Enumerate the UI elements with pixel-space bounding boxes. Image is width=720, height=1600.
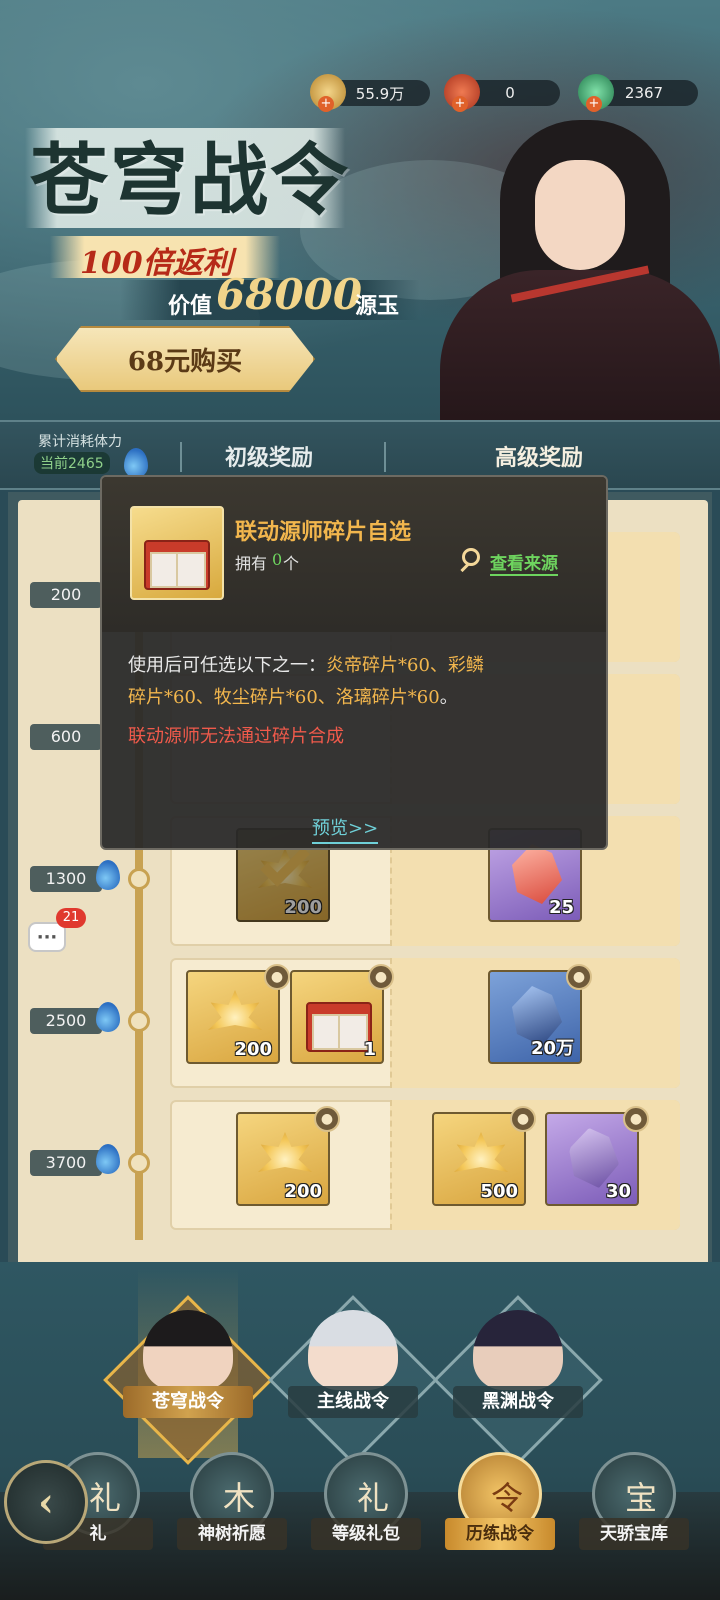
hero-face [535, 160, 625, 270]
preview-link[interactable]: 预览>> [312, 814, 379, 844]
nav-label: 等级礼包 [311, 1518, 421, 1550]
tab-label[interactable]: 苍穹战令 [123, 1386, 253, 1418]
tooltip-item-thumbnail [130, 506, 224, 600]
buy-button-label: 68元购买 [127, 346, 243, 377]
tab-advanced-rewards[interactable]: 高级奖励 [495, 440, 583, 472]
item-count: 1 [363, 1039, 376, 1060]
desc-intro: 使用后可任选以下之一： [128, 655, 326, 676]
tab-label[interactable]: 黑渊战令 [453, 1386, 583, 1418]
tooltip-warning: 联动源师无法通过碎片合成 [128, 726, 344, 747]
desc-end: 。 [439, 687, 458, 708]
bag-icon: 礼 [357, 1479, 390, 1517]
chest-icon [306, 1002, 372, 1052]
item-count: 30 [605, 1181, 631, 1202]
owned-label: 拥有 [235, 554, 268, 573]
item-count: 200 [284, 1181, 322, 1202]
progress-node [128, 868, 150, 890]
back-arrow-icon: ‹ [38, 1478, 54, 1526]
tab-divider [384, 442, 386, 472]
nav-treasury[interactable]: 宝 天骄宝库 [579, 1452, 689, 1562]
tier-threshold: 3700 [30, 1150, 102, 1176]
character-portrait-cangqiong [143, 1310, 233, 1390]
nav-label: 天骄宝库 [579, 1518, 689, 1550]
tab-divider [180, 442, 182, 472]
cumulative-stamina-label: 累计消耗体力 [38, 434, 122, 450]
lock-icon: ● [314, 1106, 340, 1132]
lock-icon: ● [623, 1106, 649, 1132]
tree-icon: 木 [223, 1479, 256, 1517]
chat-unread-badge: 21 [56, 908, 86, 928]
nav-label: 神树祈愿 [177, 1518, 287, 1550]
tooltip-description: 使用后可任选以下之一：炎帝碎片*60、彩鳞碎片*60、牧尘碎片*60、洛璃碎片*… [128, 650, 588, 714]
progress-node [128, 1010, 150, 1032]
stamina-drop-icon [96, 860, 120, 890]
owned-count: 0 [272, 550, 283, 569]
owned-unit: 个 [283, 554, 300, 573]
item-count: 500 [480, 1181, 518, 1202]
value-prefix: 价值 [168, 293, 213, 319]
token-icon: 令 [491, 1479, 524, 1517]
nav-sacred-tree[interactable]: 木 神树祈愿 [177, 1452, 287, 1562]
tier-threshold: 2500 [30, 1008, 102, 1034]
character-portrait-heiyuan [473, 1310, 563, 1390]
desc-options-2: 碎片*60、牧尘碎片*60、洛璃碎片*60 [128, 687, 440, 708]
nav-label: 历练战令 [445, 1518, 555, 1550]
tier-threshold: 200 [30, 582, 102, 608]
gift-icon: 礼 [89, 1479, 122, 1517]
hero-body [440, 270, 720, 430]
lotus-icon [258, 1132, 312, 1172]
tab-basic-rewards[interactable]: 初级奖励 [225, 440, 313, 472]
item-count: 200 [234, 1039, 272, 1060]
nav-trial-pass[interactable]: 令 历练战令 [445, 1452, 555, 1562]
stamina-drop-icon [124, 448, 148, 478]
potion-icon [569, 1128, 619, 1188]
tier-threshold: 1300 [30, 866, 102, 892]
add-coin-icon[interactable]: + [318, 96, 334, 112]
magnifier-icon[interactable] [462, 548, 480, 566]
item-count: 20万 [530, 1038, 574, 1059]
lock-icon: ● [264, 964, 290, 990]
nav-level-pack[interactable]: 礼 等级礼包 [311, 1452, 421, 1562]
lock-icon: ● [510, 1106, 536, 1132]
character-portrait-main [308, 1310, 398, 1390]
tooltip-item-name: 联动源师碎片自选 [235, 519, 412, 545]
value-suffix: 源玉 [355, 293, 400, 319]
back-button[interactable]: ‹ [4, 1460, 88, 1544]
current-stamina-value: 当前2465 [34, 452, 110, 474]
chest-icon [144, 540, 210, 590]
red-crystal-icon [512, 844, 562, 904]
treasury-icon: 宝 [625, 1479, 658, 1517]
hero-character-art [420, 100, 720, 430]
tier-threshold: 600 [30, 724, 102, 750]
page-title: 苍穹战令 [30, 135, 351, 226]
lock-icon: ● [368, 964, 394, 990]
tab-label[interactable]: 主线战令 [288, 1386, 418, 1418]
lock-icon: ● [566, 964, 592, 990]
value-amount: 68000 [216, 270, 363, 319]
item-count: 25 [548, 897, 574, 918]
lotus-icon [208, 990, 262, 1030]
buy-button[interactable]: 68元购买 [55, 326, 315, 392]
desc-options-1: 炎帝碎片*60、彩鳞 [326, 655, 484, 676]
stamina-drop-icon [96, 1002, 120, 1032]
stamina-drop-icon [96, 1144, 120, 1174]
card-icon [176, 552, 206, 588]
promo-text: 100倍返利 [80, 246, 233, 281]
lotus-icon [454, 1132, 508, 1172]
currency-coin-value: 55.9万 [355, 84, 405, 103]
chat-icon: ··· [36, 926, 58, 948]
view-source-link[interactable]: 查看来源 [490, 549, 558, 576]
item-count: 200 [284, 897, 322, 918]
progress-node [128, 1152, 150, 1174]
